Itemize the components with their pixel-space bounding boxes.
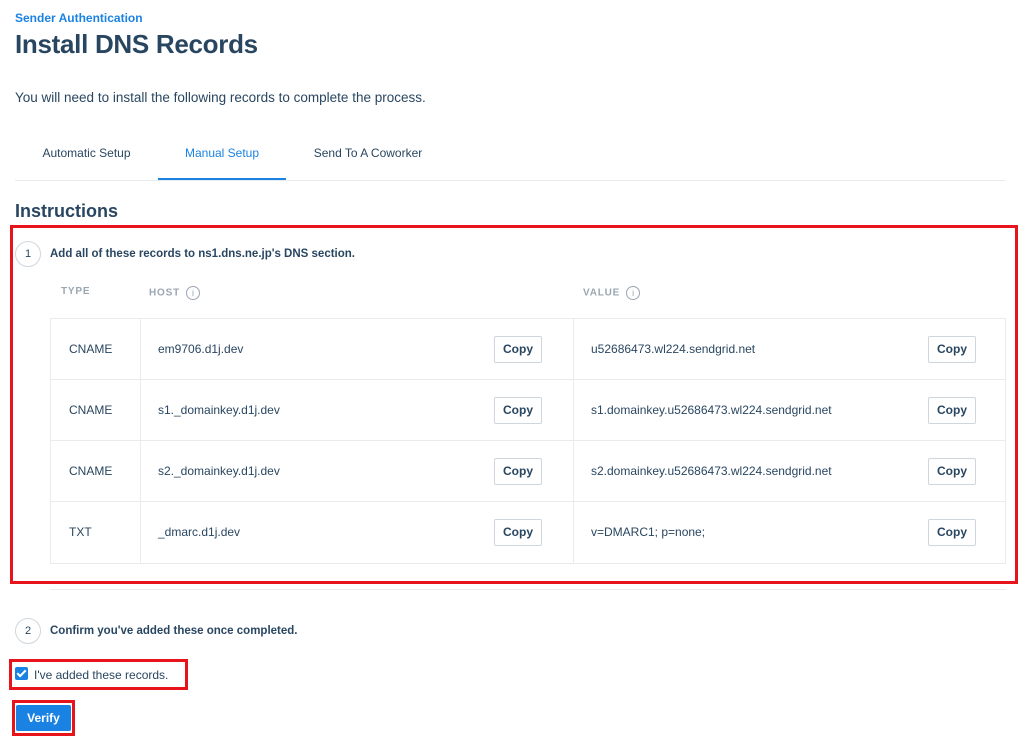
record-type: CNAME: [69, 403, 113, 417]
record-host: s2._domainkey.d1j.dev: [158, 464, 280, 478]
tab-send-to-coworker[interactable]: Send To A Coworker: [286, 130, 450, 178]
table-row: CNAME s1._domainkey.d1j.dev Copy s1.doma…: [51, 380, 1005, 441]
copy-value-button[interactable]: Copy: [928, 458, 976, 485]
tab-manual-setup[interactable]: Manual Setup: [158, 130, 286, 180]
record-host: _dmarc.d1j.dev: [158, 525, 241, 539]
record-value: s2.domainkey.u52686473.wl224.sendgrid.ne…: [591, 464, 832, 478]
record-value: s1.domainkey.u52686473.wl224.sendgrid.ne…: [591, 403, 832, 417]
record-host: s1._domainkey.d1j.dev: [158, 403, 280, 417]
copy-host-button[interactable]: Copy: [494, 519, 542, 546]
step-2-text: Confirm you've added these once complete…: [50, 625, 298, 637]
record-type: CNAME: [69, 464, 113, 478]
record-host: em9706.d1j.dev: [158, 342, 244, 356]
instructions-heading: Instructions: [15, 201, 119, 221]
table-row: CNAME s2._domainkey.d1j.dev Copy s2.doma…: [51, 441, 1005, 502]
record-type: TXT: [69, 525, 92, 539]
verify-button[interactable]: Verify: [16, 705, 71, 731]
copy-host-button[interactable]: Copy: [494, 458, 542, 485]
page-subtitle: You will need to install the following r…: [15, 90, 426, 105]
record-value: u52686473.wl224.sendgrid.net: [591, 342, 756, 356]
copy-value-button[interactable]: Copy: [928, 336, 976, 363]
tab-automatic-setup[interactable]: Automatic Setup: [15, 130, 158, 178]
copy-host-button[interactable]: Copy: [494, 397, 542, 424]
record-value: v=DMARC1; p=none;: [591, 525, 706, 539]
info-icon[interactable]: i: [185, 286, 200, 300]
setup-tabs: Automatic Setup Manual Setup Send To A C…: [15, 130, 1006, 181]
step-1-text: Add all of these records to ns1.dns.ne.j…: [50, 248, 355, 260]
confirm-checkbox[interactable]: [15, 667, 28, 680]
dns-records-table: CNAME em9706.d1j.dev Copy u52686473.wl22…: [50, 318, 1006, 564]
copy-host-button[interactable]: Copy: [494, 336, 542, 363]
copy-value-button[interactable]: Copy: [928, 519, 976, 546]
confirm-checkbox-label[interactable]: I've added these records.: [34, 668, 168, 682]
step-2-number: 2: [15, 618, 41, 644]
column-header-host: HOST i: [149, 286, 200, 300]
table-row: TXT _dmarc.d1j.dev Copy v=DMARC1; p=none…: [51, 502, 1005, 563]
column-header-value: VALUE i: [583, 286, 641, 300]
record-type: CNAME: [69, 342, 113, 356]
copy-value-button[interactable]: Copy: [928, 397, 976, 424]
breadcrumb: Sender Authentication: [15, 11, 143, 25]
info-icon[interactable]: i: [626, 286, 641, 300]
page-title: Install DNS Records: [15, 29, 258, 59]
column-header-type: TYPE: [61, 286, 91, 297]
divider: [50, 589, 1006, 590]
table-row: CNAME em9706.d1j.dev Copy u52686473.wl22…: [51, 319, 1005, 380]
step-1-number: 1: [15, 241, 41, 267]
